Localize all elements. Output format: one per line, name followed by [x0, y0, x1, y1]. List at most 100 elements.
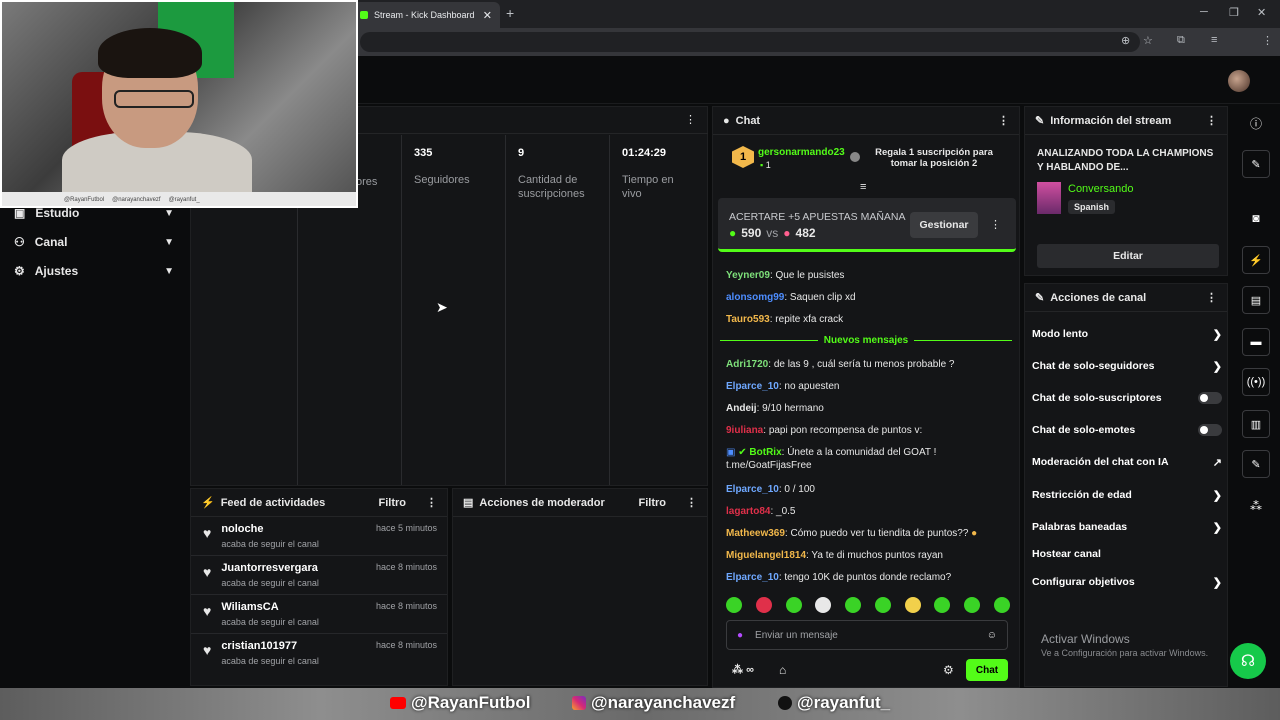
gear-icon: ⚙: [14, 264, 25, 278]
nav-label: Estudio: [35, 206, 80, 220]
action-followers-only[interactable]: Chat de solo-seguidores ❯: [1032, 358, 1222, 374]
more-options-icon[interactable]: ⋮: [685, 113, 696, 126]
manage-prediction-button[interactable]: Gestionar: [910, 212, 978, 238]
gifter-user[interactable]: gersonarmando23: [758, 147, 845, 158]
close-window-icon[interactable]: ✕: [1257, 6, 1266, 19]
nav-item-canal[interactable]: ⚇ Canal ▼: [14, 233, 174, 251]
browser-tab[interactable]: Stream - Kick Dashboard ✕: [352, 2, 500, 28]
channel-points[interactable]: ⁂ ∞: [732, 663, 754, 676]
chat-user[interactable]: 9iuliana: [726, 425, 763, 436]
zoom-icon[interactable]: ⊕: [1121, 34, 1130, 47]
collapse-icon[interactable]: ≡: [860, 181, 866, 193]
action-emotes-only: Chat de solo-emotes: [1032, 422, 1222, 438]
windows-activation-title: Activar Windows: [1041, 632, 1130, 646]
chat-message: Miguelangel1814: Ya te di muchos puntos …: [726, 550, 943, 561]
lightning-icon[interactable]: ⚡: [1242, 246, 1270, 274]
store-icon[interactable]: ⌂: [779, 663, 786, 677]
address-bar[interactable]: [360, 32, 1140, 52]
broadcast-icon[interactable]: ((•)): [1242, 368, 1270, 396]
microphone-icon[interactable]: ●: [737, 630, 743, 641]
edit-stream-button[interactable]: Editar: [1037, 244, 1219, 268]
points-icon[interactable]: ⁂: [1242, 492, 1270, 520]
stat-column: 9 Cantidad de suscripciones: [505, 135, 609, 485]
emote-icon[interactable]: [934, 597, 951, 613]
chat-user[interactable]: BotRix: [749, 447, 781, 458]
emote-icon[interactable]: [845, 597, 862, 613]
stream-info-panel: ✎ Información del stream ⋮ ANALIZANDO TO…: [1024, 106, 1228, 276]
user-avatar[interactable]: [1228, 70, 1250, 92]
feed-user[interactable]: WiliamsCA: [221, 601, 319, 613]
send-chat-button[interactable]: Chat: [966, 659, 1008, 681]
feed-user[interactable]: cristian101977: [221, 640, 319, 652]
bookmark-star-icon[interactable]: ☆: [1143, 34, 1153, 47]
right-icon-rail: [1232, 104, 1280, 688]
chat-user[interactable]: Andeij: [726, 403, 757, 414]
chat-user[interactable]: Elparce_10: [726, 484, 779, 495]
stat-column: 335 Seguidores: [401, 135, 505, 485]
help-headset-icon[interactable]: ☊: [1230, 643, 1266, 679]
action-age-restriction[interactable]: Restricción de edad ❯: [1032, 487, 1222, 503]
more-options-icon[interactable]: ⋮: [686, 496, 697, 509]
more-options-icon[interactable]: ⋮: [998, 114, 1009, 127]
browser-menu-icon[interactable]: ⋮: [1262, 34, 1273, 47]
feed-filter-button[interactable]: Filtro: [379, 497, 407, 509]
emote-icon[interactable]: [874, 597, 891, 613]
layout-icon[interactable]: ▥: [1242, 410, 1270, 438]
chat-user[interactable]: lagarto84: [726, 506, 770, 517]
nav-item-ajustes[interactable]: ⚙ Ajustes ▼: [14, 262, 174, 280]
emotes-only-toggle[interactable]: [1198, 424, 1222, 436]
emote-icon[interactable]: [993, 597, 1010, 613]
more-options-icon[interactable]: ⋮: [990, 218, 1001, 231]
emote-icon[interactable]: [904, 597, 921, 613]
action-ai-moderation[interactable]: Moderación del chat con IA ↗: [1032, 454, 1222, 470]
chat-user[interactable]: Adri1720: [726, 359, 768, 370]
emote-icon[interactable]: [755, 597, 772, 613]
emote-icon[interactable]: [964, 597, 981, 613]
emote-icon[interactable]: [726, 597, 742, 613]
mod-filter-button[interactable]: Filtro: [639, 497, 667, 509]
prediction-vs: vs: [766, 226, 779, 240]
minimize-icon[interactable]: ─: [1200, 6, 1208, 18]
feed-user[interactable]: Juantorresvergara: [221, 562, 319, 574]
wrench-icon[interactable]: ✎: [1242, 450, 1270, 478]
more-options-icon[interactable]: ⋮: [1206, 291, 1217, 304]
action-label: Chat de solo-emotes: [1032, 424, 1136, 436]
reading-list-icon[interactable]: ≡: [1211, 34, 1217, 46]
chat-user[interactable]: Elparce_10: [726, 572, 779, 583]
more-options-icon[interactable]: ⋮: [426, 496, 437, 509]
more-options-icon[interactable]: ⋮: [1206, 114, 1217, 127]
new-tab-button[interactable]: +: [506, 5, 514, 21]
extensions-icon[interactable]: ⧉: [1177, 34, 1185, 47]
points-value: ∞: [746, 664, 754, 676]
chat-user[interactable]: Tauro593: [726, 314, 770, 325]
feed-user[interactable]: noloche: [221, 523, 319, 535]
emoji-picker-icon[interactable]: ☺: [987, 630, 997, 641]
maximize-icon[interactable]: ❐: [1229, 6, 1239, 19]
chat-user[interactable]: Miguelangel1814: [726, 550, 806, 561]
clipboard-icon: ▤: [463, 497, 474, 509]
chat-user[interactable]: alonsomg99: [726, 292, 784, 303]
stream-category[interactable]: Conversando: [1068, 183, 1133, 195]
subscribers-only-toggle[interactable]: [1198, 392, 1222, 404]
chat-user[interactable]: Matheew369: [726, 528, 785, 539]
camera-icon[interactable]: ◙: [1242, 204, 1270, 232]
streamer-hair: [98, 28, 202, 78]
nav-label: Canal: [34, 235, 68, 249]
action-host-channel[interactable]: Hostear canal: [1032, 546, 1222, 562]
chat-settings-gear-icon[interactable]: ⚙: [943, 663, 954, 677]
action-configure-goals[interactable]: Configurar objetivos ❯: [1032, 574, 1222, 590]
chat-icon[interactable]: ▬: [1242, 328, 1270, 356]
pencil-icon[interactable]: ✎: [1242, 150, 1270, 178]
chat-user[interactable]: Elparce_10: [726, 381, 779, 392]
emote-icon[interactable]: [785, 597, 802, 613]
tab-close-icon[interactable]: ✕: [483, 9, 492, 22]
chat-input[interactable]: ● Enviar un mensaje ☺: [726, 620, 1008, 650]
action-slow-mode[interactable]: Modo lento ❯: [1032, 326, 1222, 342]
chat-user[interactable]: Yeyner09: [726, 270, 770, 281]
emote-icon[interactable]: [815, 597, 832, 613]
chat-message: Adri1720: de las 9 , cuál sería tu menos…: [726, 359, 955, 370]
document-icon[interactable]: ▤: [1242, 286, 1270, 314]
info-icon[interactable]: ⓘ: [1242, 109, 1270, 137]
action-banned-words[interactable]: Palabras baneadas ❯: [1032, 519, 1222, 535]
channel-actions-header: ✎ Acciones de canal ⋮: [1025, 284, 1227, 312]
